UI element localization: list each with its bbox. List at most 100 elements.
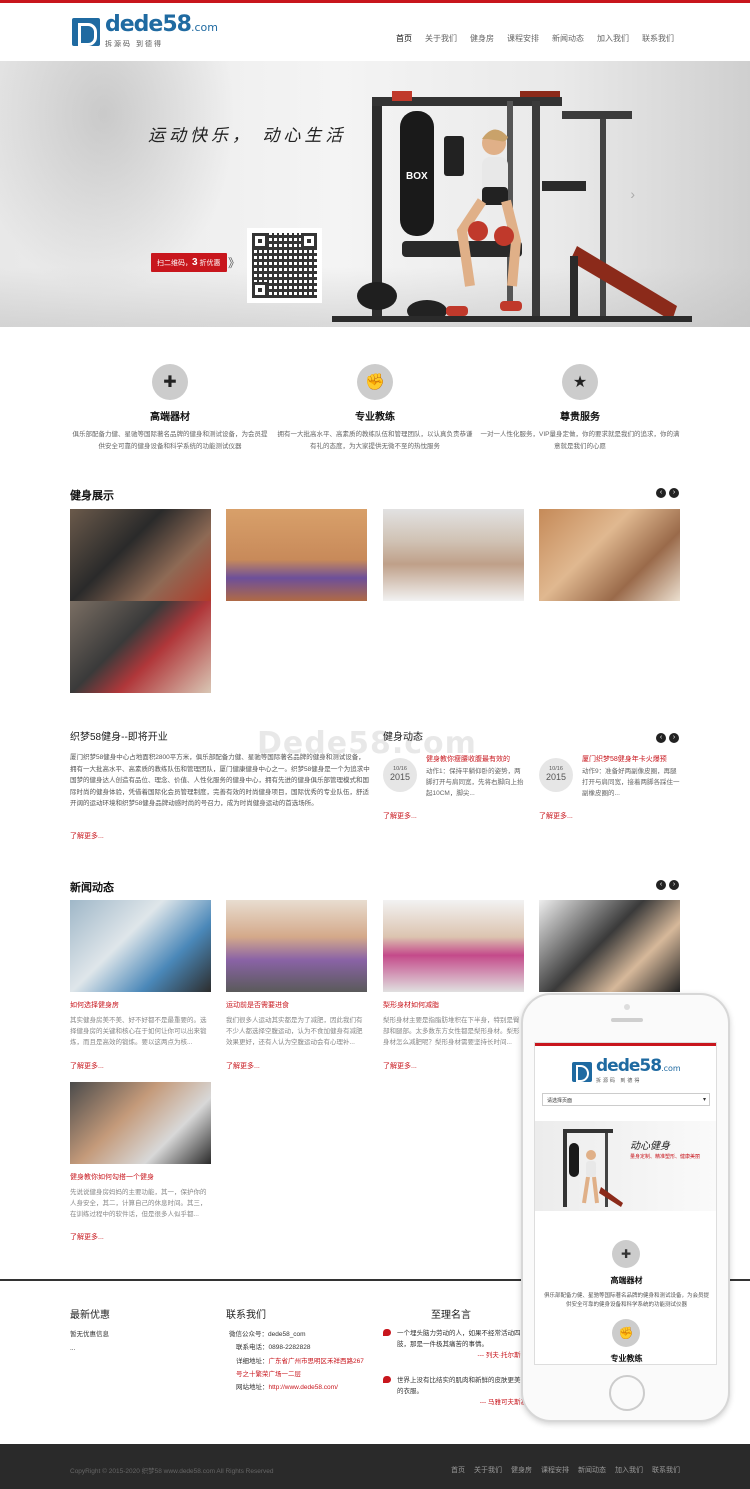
mobile-logo[interactable]: dede58.com 拆源码 到德得 xyxy=(572,1058,681,1084)
contact-address: 详细地址：广东省广州市思明区禾祥西路267号之十繁荣广场一二层 xyxy=(236,1358,364,1378)
news-item-title[interactable]: 运动前是否需要进食 xyxy=(226,1000,367,1010)
footer-nav: 首页 关于我们 健身房 课程安排 新闻动态 加入我们 联系我们 xyxy=(451,1465,680,1475)
dynamics-more-link[interactable]: 了解更多... xyxy=(539,811,573,821)
dumbbell-icon: ✚ xyxy=(152,364,188,400)
prev-arrow-icon[interactable]: ‹ xyxy=(656,880,666,890)
contact-title: 联系我们 xyxy=(226,1310,266,1321)
news-title: 新闻动态 xyxy=(70,882,114,894)
footer-nav-gym[interactable]: 健身房 xyxy=(511,1465,532,1475)
dynamics-item[interactable]: 10/16 2015 厦门织梦58健身年卡火爆预 动作9：准备好两副像皮圈，再腿打… xyxy=(539,754,684,824)
website-link[interactable]: http://www.dede58.com/ xyxy=(269,1384,338,1391)
contact-phone: 联系电话：0898-2282828 xyxy=(236,1344,311,1351)
news-item: 如何选择健身房 其实健身房美不美、好不好都不是最重要的。选择健身房的关键和核心在… xyxy=(70,1000,211,1048)
gym-photo[interactable] xyxy=(70,601,211,693)
gym-photo[interactable] xyxy=(70,509,211,601)
mobile-screen: dede58.com 拆源码 到德得 请选择页面 动心健身 量身定制、精准塑形、… xyxy=(534,1042,717,1365)
gym-photo[interactable] xyxy=(226,509,367,601)
site-logo[interactable]: dede58.com 拆源码 到德得 xyxy=(72,12,218,49)
dynamics-item-body: 动作9：准备好两副像皮圈，再腿打开与肩同宽，接着两脚各踩住一副橡皮圈的... xyxy=(582,768,680,797)
nav-item-gym[interactable]: 健身房 xyxy=(470,33,494,44)
mobile-banner-title: 动心健身 xyxy=(630,1141,670,1152)
mobile-gym-photo xyxy=(563,1129,623,1207)
news-photo[interactable] xyxy=(383,900,524,992)
feature-title: 尊贵服务 xyxy=(560,412,600,423)
news-item-title[interactable]: 如何选择健身房 xyxy=(70,1000,211,1010)
dynamics-item-title[interactable]: 健身教你瘦腰收腹最有效的 xyxy=(426,754,536,764)
about-title: 织梦58健身--即将开业 xyxy=(70,732,168,743)
arm-icon: ✊ xyxy=(612,1319,640,1347)
banner-next-arrow[interactable]: › xyxy=(630,186,635,202)
phone-home-button xyxy=(609,1375,645,1411)
news-item: 梨形身材如何减脂 梨形身材主要是指脂肪堆积在下半身，特别是臀部和腿部。太多数东方… xyxy=(383,1000,524,1048)
footer-nav-contact[interactable]: 联系我们 xyxy=(652,1465,680,1475)
footer-nav-about[interactable]: 关于我们 xyxy=(474,1465,502,1475)
quote-item: 世界上没有比结实的肌肉和新鲜的皮肤更美丽的衣服。 --- 马雅可夫斯基 xyxy=(383,1375,527,1408)
news-more-link[interactable]: 了解更多... xyxy=(226,1061,260,1071)
offers-item: ... xyxy=(70,1345,76,1352)
gym-photo[interactable] xyxy=(383,509,524,601)
nav-item-join[interactable]: 加入我们 xyxy=(597,33,629,44)
svg-text:BOX: BOX xyxy=(406,171,428,182)
showcase-arrows: ‹ › xyxy=(656,488,679,498)
quote-item: 一个埋头脑力劳动的人，如果不经常活动四肢，那是一件极其痛苦的事情。 --- 列夫… xyxy=(383,1328,527,1361)
hero-banner[interactable]: 运动快乐， 动心生活 扫二维码，3 折优惠 》 BOX › xyxy=(0,61,750,327)
news-photo[interactable] xyxy=(539,900,680,992)
dumbbell-icon: ✚ xyxy=(612,1240,640,1268)
date-badge: 10/16 2015 xyxy=(383,758,417,792)
nav-item-home[interactable]: 首页 xyxy=(396,33,412,44)
dynamics-more-link[interactable]: 了解更多... xyxy=(383,811,417,821)
next-arrow-icon[interactable]: › xyxy=(669,880,679,890)
news-arrows: ‹ › xyxy=(656,880,679,890)
speech-bubble-icon xyxy=(383,1329,391,1336)
news-more-link[interactable]: 了解更多... xyxy=(70,1232,104,1242)
nav-item-contact[interactable]: 联系我们 xyxy=(642,33,674,44)
mobile-page-select[interactable]: 请选择页面 xyxy=(542,1093,710,1106)
next-arrow-icon[interactable]: › xyxy=(669,733,679,743)
site-header: dede58.com 拆源码 到德得 首页 关于我们 健身房 课程安排 新闻动态… xyxy=(0,3,750,61)
showcase-title: 健身展示 xyxy=(70,490,114,502)
feature-desc: 拥有一大批高水平、高素质的教练队伍和管理团队，以认真负责恭谦有礼的态度，为大家提… xyxy=(277,431,473,450)
news-item: 运动前是否需要进食 我们很多人运动其实都是为了减肥，因此我们有不少人都选择空腹运… xyxy=(226,1000,367,1048)
logo-mark-icon xyxy=(72,18,100,46)
footer-nav-news[interactable]: 新闻动态 xyxy=(578,1465,606,1475)
logo-slogan: 拆源码 到德得 xyxy=(105,41,163,48)
prev-arrow-icon[interactable]: ‹ xyxy=(656,733,666,743)
main-nav: 首页 关于我们 健身房 课程安排 新闻动态 加入我们 联系我们 xyxy=(396,33,674,44)
scan-discount-badge: 扫二维码，3 折优惠 xyxy=(151,253,227,272)
logo-word: dede58.com xyxy=(105,12,218,37)
mobile-banner[interactable]: 动心健身 量身定制、精准塑形、健康美丽 xyxy=(535,1121,716,1211)
dynamics-item-title[interactable]: 厦门织梦58健身年卡火爆预 xyxy=(582,754,692,764)
news-item-title[interactable]: 健身教你如何勾搭一个健身 xyxy=(70,1172,211,1182)
next-arrow-icon[interactable]: › xyxy=(669,488,679,498)
dynamics-item[interactable]: 10/16 2015 健身教你瘦腰收腹最有效的 动作1：保持平躺仰卧的姿势，两脚打… xyxy=(383,754,528,824)
speech-bubble-icon xyxy=(383,1376,391,1383)
news-photo[interactable] xyxy=(226,900,367,992)
feature-desc: 俱乐部配备力健、星驰等国际著名品牌的健身和测试设备，为会员提供安全可靠的健身设备… xyxy=(72,431,268,450)
news-photo[interactable] xyxy=(70,1082,211,1164)
news-item-desc: 其实健身房美不美、好不好都不是最重要的。选择健身房的关键和核心在于如何让你可以出… xyxy=(70,1017,207,1046)
footer-nav-courses[interactable]: 课程安排 xyxy=(541,1465,569,1475)
about-more-link[interactable]: 了解更多... xyxy=(70,831,104,841)
prev-arrow-icon[interactable]: ‹ xyxy=(656,488,666,498)
offers-title: 最新优惠 xyxy=(70,1310,110,1321)
news-item-title[interactable]: 梨形身材如何减脂 xyxy=(383,1000,524,1010)
footer-nav-join[interactable]: 加入我们 xyxy=(615,1465,643,1475)
mobile-feature-title: 高端器材 xyxy=(610,1276,643,1285)
bottom-bar: CopyRight © 2015-2020 织梦58 www.dede58.co… xyxy=(0,1444,750,1489)
news-photo[interactable] xyxy=(70,900,211,992)
news-more-link[interactable]: 了解更多... xyxy=(70,1061,104,1071)
nav-item-courses[interactable]: 课程安排 xyxy=(507,33,539,44)
footer-nav-home[interactable]: 首页 xyxy=(451,1465,465,1475)
feature-card: ★ 尊贵服务 一对一人性化服务，VIP量身定做，你的要求就是我们的追求，你的满意… xyxy=(480,364,680,453)
nav-item-about[interactable]: 关于我们 xyxy=(425,33,457,44)
gym-photo[interactable] xyxy=(539,509,680,601)
contact-wechat: 微信公众号：dede58_com xyxy=(229,1331,306,1338)
news-item: 健身教你如何勾搭一个健身 先说说健身房妈妈的主要功能，其一，保护你的人身安全，其… xyxy=(70,1172,211,1220)
news-item-desc: 先说说健身房妈妈的主要功能，其一，保护你的人身安全，其二，计算自己的休息时间。其… xyxy=(70,1189,207,1218)
contact-website: 网站地址：http://www.dede58.com/ xyxy=(236,1384,338,1391)
nav-item-news[interactable]: 新闻动态 xyxy=(552,33,584,44)
feature-card: ✚ 高端器材 俱乐部配备力健、星驰等国际著名品牌的健身和测试设备，为会员提供安全… xyxy=(70,364,270,453)
news-item-desc: 梨形身材主要是指脂肪堆积在下半身，特别是臀部和腿部。太多数东方女性都是梨形身材。… xyxy=(383,1017,520,1046)
news-more-link[interactable]: 了解更多... xyxy=(383,1061,417,1071)
phone-camera xyxy=(624,1004,630,1010)
